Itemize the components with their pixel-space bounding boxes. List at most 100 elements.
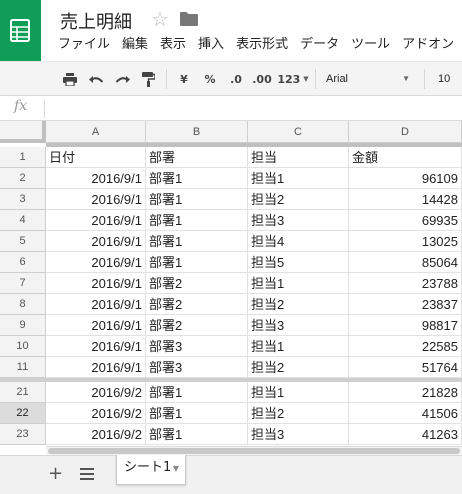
font-size-select[interactable]: 10 — [432, 67, 462, 91]
row-header[interactable]: 11 — [0, 357, 46, 378]
cell-c[interactable]: 担当1 — [248, 273, 349, 294]
cell-d[interactable]: 金額 — [349, 147, 462, 168]
cell-d[interactable]: 13025 — [349, 231, 462, 252]
cell-a[interactable]: 2016/9/1 — [46, 231, 146, 252]
cell-c[interactable]: 担当1 — [248, 382, 349, 403]
cell-b[interactable]: 部署2 — [146, 294, 248, 315]
row-header[interactable]: 6 — [0, 252, 46, 273]
cell-b[interactable]: 部署1 — [146, 168, 248, 189]
cell-b[interactable]: 部署1 — [146, 403, 248, 424]
cell-b[interactable]: 部署1 — [146, 424, 248, 445]
row-header[interactable]: 10 — [0, 336, 46, 357]
chevron-down-icon[interactable]: ▼ — [173, 456, 179, 482]
cell-d[interactable]: 51764 — [349, 357, 462, 378]
add-sheet-icon[interactable]: + — [48, 462, 63, 486]
cell-b[interactable]: 部署2 — [146, 273, 248, 294]
cell-a[interactable]: 2016/9/1 — [46, 189, 146, 210]
row-header[interactable]: 22 — [0, 403, 46, 424]
cell-b[interactable]: 部署 — [146, 147, 248, 168]
cell-a[interactable]: 2016/9/1 — [46, 210, 146, 231]
cell-d[interactable]: 23837 — [349, 294, 462, 315]
sheet-tab[interactable]: シート1 ▼ — [116, 455, 186, 485]
column-header-b[interactable]: B — [146, 121, 248, 143]
menu-view[interactable]: 表示 — [154, 37, 192, 53]
cell-a[interactable]: 2016/9/1 — [46, 252, 146, 273]
cell-d[interactable]: 41263 — [349, 424, 462, 445]
column-header-a[interactable]: A — [46, 121, 146, 143]
print-button[interactable] — [60, 62, 80, 96]
row-header[interactable]: 3 — [0, 189, 46, 210]
undo-button[interactable] — [86, 62, 106, 96]
cell-c[interactable]: 担当1 — [248, 168, 349, 189]
row-header[interactable]: 23 — [0, 424, 46, 445]
column-header-c[interactable]: C — [248, 121, 349, 143]
cell-b[interactable]: 部署3 — [146, 357, 248, 378]
paint-format-button[interactable] — [138, 62, 158, 96]
star-icon[interactable]: ☆ — [151, 7, 169, 31]
row-header[interactable]: 21 — [0, 382, 46, 403]
more-formats-button[interactable]: 123 ▼ — [276, 62, 310, 96]
cell-b[interactable]: 部署3 — [146, 336, 248, 357]
row-header[interactable]: 5 — [0, 231, 46, 252]
cell-d[interactable]: 22585 — [349, 336, 462, 357]
cell-d[interactable]: 14428 — [349, 189, 462, 210]
cell-c[interactable]: 担当 — [248, 147, 349, 168]
row-header[interactable]: 9 — [0, 315, 46, 336]
formula-input[interactable] — [50, 99, 455, 118]
cell-d[interactable]: 69935 — [349, 210, 462, 231]
cell-a[interactable]: 2016/9/2 — [46, 424, 146, 445]
menu-insert[interactable]: 挿入 — [192, 37, 230, 53]
cell-d[interactable]: 85064 — [349, 252, 462, 273]
cell-d[interactable]: 23788 — [349, 273, 462, 294]
row-header[interactable]: 2 — [0, 168, 46, 189]
cell-a[interactable]: 2016/9/1 — [46, 273, 146, 294]
cell-a[interactable]: 2016/9/1 — [46, 336, 146, 357]
cell-a[interactable]: 2016/9/1 — [46, 168, 146, 189]
select-all-corner[interactable] — [0, 121, 46, 143]
row-header[interactable]: 4 — [0, 210, 46, 231]
scrollbar-thumb[interactable] — [48, 448, 460, 454]
cell-b[interactable]: 部署1 — [146, 252, 248, 273]
cell-d[interactable]: 41506 — [349, 403, 462, 424]
cell-c[interactable]: 担当2 — [248, 294, 349, 315]
cell-a[interactable]: 2016/9/1 — [46, 294, 146, 315]
cell-a[interactable]: 2016/9/2 — [46, 382, 146, 403]
menu-file[interactable]: ファイル — [52, 37, 116, 53]
menu-tools[interactable]: ツール — [345, 37, 396, 53]
menu-edit[interactable]: 編集 — [116, 37, 154, 53]
cell-c[interactable]: 担当3 — [248, 315, 349, 336]
cell-b[interactable]: 部署1 — [146, 382, 248, 403]
cell-d[interactable]: 96109 — [349, 168, 462, 189]
row-header[interactable]: 1 — [0, 147, 46, 168]
cell-c[interactable]: 担当2 — [248, 403, 349, 424]
horizontal-scrollbar[interactable] — [46, 446, 462, 455]
cell-b[interactable]: 部署2 — [146, 315, 248, 336]
cell-c[interactable]: 担当1 — [248, 336, 349, 357]
currency-format-button[interactable]: ¥ — [176, 62, 192, 96]
cell-d[interactable]: 21828 — [349, 382, 462, 403]
redo-button[interactable] — [112, 62, 132, 96]
cell-a[interactable]: 日付 — [46, 147, 146, 168]
cell-d[interactable]: 98817 — [349, 315, 462, 336]
document-title[interactable]: 売上明細 — [60, 8, 132, 34]
font-family-select[interactable]: Arial ▼ — [322, 67, 418, 91]
cell-b[interactable]: 部署1 — [146, 189, 248, 210]
cell-a[interactable]: 2016/9/2 — [46, 403, 146, 424]
cell-c[interactable]: 担当4 — [248, 231, 349, 252]
cell-c[interactable]: 担当2 — [248, 189, 349, 210]
column-header-d[interactable]: D — [349, 121, 462, 143]
cell-c[interactable]: 担当3 — [248, 424, 349, 445]
row-header[interactable]: 7 — [0, 273, 46, 294]
cell-c[interactable]: 担当3 — [248, 210, 349, 231]
cell-b[interactable]: 部署1 — [146, 231, 248, 252]
cell-c[interactable]: 担当2 — [248, 357, 349, 378]
sheets-logo-icon[interactable] — [0, 0, 41, 61]
increase-decimal-button[interactable]: .00 — [250, 62, 274, 96]
menu-addons[interactable]: アドオン — [396, 37, 460, 53]
menu-data[interactable]: データ — [294, 37, 345, 53]
cell-c[interactable]: 担当5 — [248, 252, 349, 273]
cell-a[interactable]: 2016/9/1 — [46, 357, 146, 378]
row-header[interactable]: 8 — [0, 294, 46, 315]
cell-a[interactable]: 2016/9/1 — [46, 315, 146, 336]
percent-format-button[interactable]: % — [202, 62, 218, 96]
